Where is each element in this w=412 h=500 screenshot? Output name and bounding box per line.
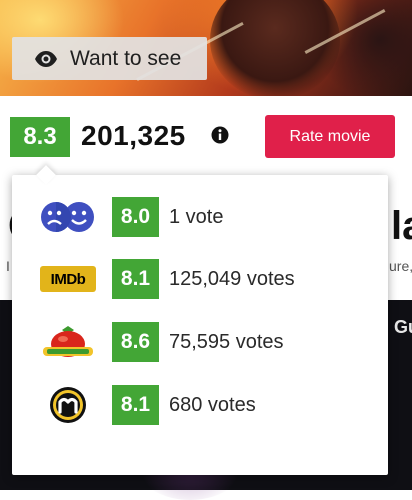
metacritic-logo [36,385,100,425]
community-logo [36,197,100,237]
source-score-badge: 8.6 [112,322,159,362]
tomato-icon [43,326,93,357]
imdb-logo: IMDb [36,259,100,299]
total-vote-count: 201,325 [81,120,186,151]
metacritic-icon [50,387,86,423]
source-vote-count: 125,049 votes [169,268,295,290]
rotten-tomatoes-logo [36,322,100,362]
rating-source-row: IMDb 8.1 125,049 votes [12,259,388,299]
info-icon[interactable] [211,126,229,144]
source-score-badge: 8.0 [112,197,159,237]
source-vote-count: 1 vote [169,206,224,228]
movie-meta-fragment: ure, [389,258,412,274]
rating-source-row: 8.1 680 votes [12,385,388,425]
movie-meta-fragment: I [6,258,10,274]
hero-figure [210,0,340,96]
overall-score-badge[interactable]: 8.3 [10,117,70,157]
want-to-see-button[interactable]: Want to see [12,37,207,80]
source-vote-count: 680 votes [169,394,256,416]
rating-source-row: 8.6 75,595 votes [12,322,388,362]
eye-icon [35,50,57,67]
community-faces-icon [41,202,94,232]
ratings-breakdown-popover: 8.0 1 vote IMDb 8.1 125,049 votes 8.6 75… [12,165,388,475]
trailer-title-fragment: Gu [394,317,412,337]
source-vote-count: 75,595 votes [169,331,284,353]
source-score-badge: 8.1 [112,385,159,425]
rating-row: 8.3 201,325 Rate movie [0,114,412,160]
source-score-badge: 8.1 [112,259,159,299]
rate-movie-button[interactable]: Rate movie [265,115,395,158]
movie-title-fragment: la [391,204,412,248]
imdb-logo-badge: IMDb [40,266,96,292]
rating-source-row: 8.0 1 vote [12,197,388,237]
popover-arrow [36,165,56,185]
want-to-see-label: Want to see [70,46,182,70]
